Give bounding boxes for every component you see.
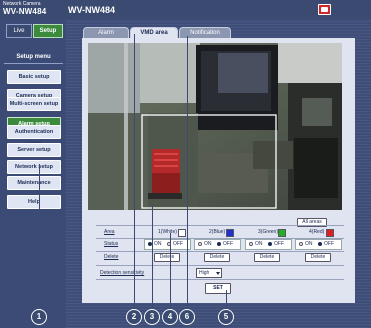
setup-button[interactable]: Setup [33, 24, 63, 38]
area-2-status: ON OFF [194, 239, 241, 250]
callout-marker-1: 1 [31, 309, 47, 325]
area-1-color-swatch [178, 229, 186, 237]
callout-line-1 [39, 164, 40, 309]
delete-area-3-button[interactable]: Delete [254, 253, 280, 262]
area-2-color-swatch [226, 229, 234, 237]
callout-line-2 [134, 34, 135, 309]
radio-icon[interactable] [217, 242, 221, 246]
off-label: OFF [173, 241, 183, 247]
callout-line-5 [226, 290, 227, 309]
detection-sensitivity-select[interactable]: High [196, 268, 222, 278]
delete-area-4-button[interactable]: Delete [305, 253, 331, 262]
camera-scene-image [88, 43, 342, 210]
radio-icon[interactable] [299, 242, 303, 246]
callout-line-3 [152, 205, 153, 309]
on-label: ON [305, 241, 313, 247]
sidebar-item-multi-screen-setup[interactable]: Multi-screen setup [7, 97, 61, 111]
brand-model: WV-NW484 [3, 7, 47, 16]
radio-icon[interactable] [318, 242, 322, 246]
callout-marker-3: 3 [144, 309, 160, 325]
off-label: OFF [324, 241, 334, 247]
off-label: OFF [223, 241, 233, 247]
sidebar-item-help[interactable]: Help [7, 195, 61, 209]
sidebar-item-authentication-setup[interactable]: Authentication setup [7, 125, 61, 147]
help-icon[interactable] [318, 4, 331, 15]
sensitivity-value: High [199, 270, 210, 276]
sidebar-item-basic-setup[interactable]: Basic setup [7, 70, 61, 84]
area-column-1: 1(White) [158, 229, 177, 235]
live-button[interactable]: Live [6, 24, 32, 38]
sidebar-item-network-setup[interactable]: Network setup [7, 160, 61, 174]
area-column-2: 2(Blue) [209, 229, 226, 235]
on-label: ON [255, 241, 263, 247]
header-bar [0, 0, 371, 19]
area-column-3: 3(Green) [258, 229, 279, 235]
setup-menu-title: Setup menu [4, 52, 63, 64]
sidebar-item-maintenance[interactable]: Maintenance [7, 176, 61, 190]
callout-line-4 [170, 233, 171, 309]
area-3-color-swatch [278, 229, 286, 237]
on-label: ON [154, 241, 162, 247]
delete-area-2-button[interactable]: Delete [204, 253, 230, 262]
area-row-label: Area [104, 229, 115, 235]
callout-marker-2: 2 [126, 309, 142, 325]
area-4-status: ON OFF [295, 239, 342, 250]
status-row-label: Status [104, 241, 119, 247]
set-button[interactable]: SET [205, 283, 231, 294]
on-label: ON [204, 241, 212, 247]
radio-icon[interactable] [249, 242, 253, 246]
status-row: ON OFF ON OFF ON OFF ON OFF [142, 238, 342, 250]
sidebar-item-server-setup[interactable]: Server setup [7, 143, 61, 157]
area-column-4: 4(Red) [309, 229, 325, 235]
area-4-color-swatch [326, 229, 334, 237]
callout-marker-6: 6 [179, 309, 195, 325]
chevron-down-icon [216, 272, 220, 275]
detection-sensitivity-label: Detection sensitivity [100, 270, 145, 276]
callout-marker-5: 5 [218, 309, 234, 325]
radio-icon[interactable] [268, 242, 272, 246]
delete-area-1-button[interactable]: Delete [154, 253, 180, 262]
radio-icon[interactable] [198, 242, 202, 246]
callout-marker-4: 4 [162, 309, 178, 325]
off-label: OFF [274, 241, 284, 247]
area-3-status: ON OFF [245, 239, 292, 250]
page-title: WV-NW484 [68, 5, 116, 15]
callout-line-6 [187, 36, 188, 309]
delete-row-label: Delete [104, 254, 119, 260]
camera-image[interactable] [88, 43, 342, 210]
